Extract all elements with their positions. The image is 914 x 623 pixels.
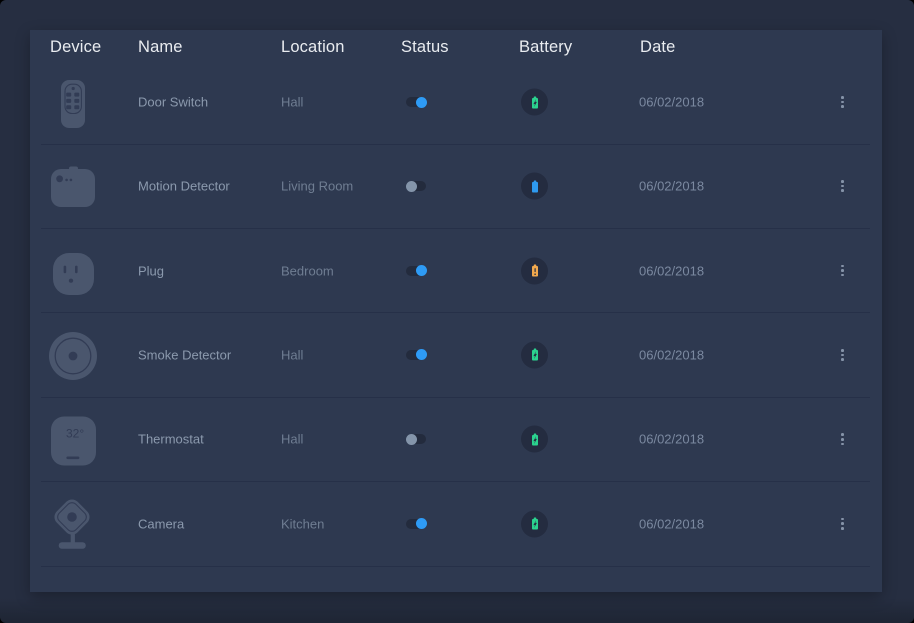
svg-text:32°: 32° <box>66 426 84 440</box>
